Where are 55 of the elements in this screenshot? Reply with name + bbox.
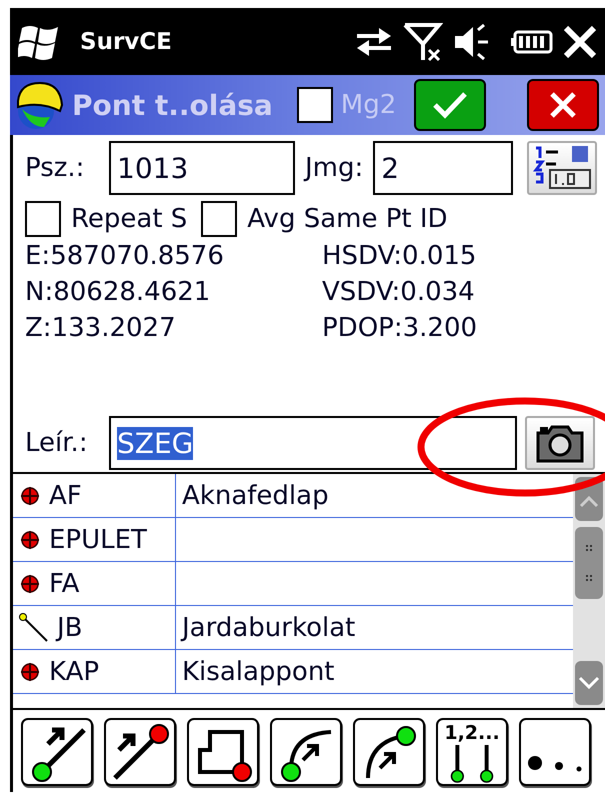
code-cell[interactable]: FA <box>13 562 175 605</box>
description-field[interactable]: SZEG <box>109 416 517 470</box>
dots-icon <box>528 756 582 772</box>
scroll-thumb[interactable] <box>574 526 604 600</box>
close-icon[interactable] <box>563 24 597 58</box>
point-symbol-icon <box>19 528 41 550</box>
height-field[interactable]: 2 <box>373 141 514 195</box>
checkbox[interactable] <box>201 201 238 237</box>
app-title: SurvCE <box>80 28 173 54</box>
point-symbol-icon <box>19 484 41 506</box>
field-label: Jmg: <box>305 153 364 183</box>
ok-button[interactable] <box>414 79 486 131</box>
checkbox-label: Avg Same Pt ID <box>247 204 448 234</box>
close-icon <box>549 91 577 119</box>
code-cell[interactable]: AF <box>13 474 175 517</box>
arc-end-button[interactable] <box>353 718 425 786</box>
speaker-icon[interactable] <box>453 24 489 60</box>
offset-corner-button[interactable] <box>187 718 259 786</box>
code-cell[interactable]: JB <box>13 606 175 649</box>
camera-button[interactable] <box>525 416 595 470</box>
coordinate-reading: N:80628.4621 <box>25 277 212 307</box>
point-id-field[interactable]: 1013 <box>109 141 295 195</box>
field-label: Psz.: <box>25 153 86 183</box>
no-signal-icon[interactable] <box>403 22 443 62</box>
numbered-list-icon <box>532 144 592 192</box>
arc-start-button[interactable] <box>270 718 342 786</box>
checkmark-icon <box>432 91 468 119</box>
line-end-button[interactable] <box>104 718 176 786</box>
coordinate-reading: E:587070.8576 <box>25 241 225 271</box>
checkbox[interactable] <box>25 201 61 237</box>
window-title: Pont t..olása <box>72 88 273 122</box>
precision-reading: PDOP:3.200 <box>322 313 478 343</box>
scroll-down-button[interactable] <box>574 660 604 706</box>
checkbox-label: Repeat S <box>71 204 188 234</box>
checkbox-label: Mg2 <box>340 90 396 120</box>
cancel-button[interactable] <box>527 79 599 131</box>
field-label: Leír.: <box>25 428 89 458</box>
point-symbol-icon <box>19 572 41 594</box>
precision-reading: HSDV:0.015 <box>322 241 478 271</box>
camera-icon <box>534 423 586 463</box>
hard-hat-icon <box>14 79 64 131</box>
point-symbol-icon <box>19 660 41 682</box>
scrollbar[interactable] <box>573 474 605 708</box>
code-cell[interactable]: EPULET <box>13 518 175 561</box>
numbering-settings-button[interactable] <box>527 141 598 195</box>
precision-reading: VSDV:0.034 <box>322 277 476 307</box>
checkbox[interactable] <box>296 87 333 123</box>
coordinate-reading: Z:133.2027 <box>25 313 177 343</box>
line-symbol-icon <box>19 612 49 642</box>
line-start-button[interactable] <box>21 718 93 786</box>
battery-icon[interactable] <box>511 30 553 54</box>
point-numbering-button[interactable]: 1,2... <box>436 718 508 786</box>
code-cell[interactable]: KAP <box>13 650 175 693</box>
more-button[interactable] <box>519 718 591 786</box>
selected-text: SZEG <box>117 426 194 460</box>
